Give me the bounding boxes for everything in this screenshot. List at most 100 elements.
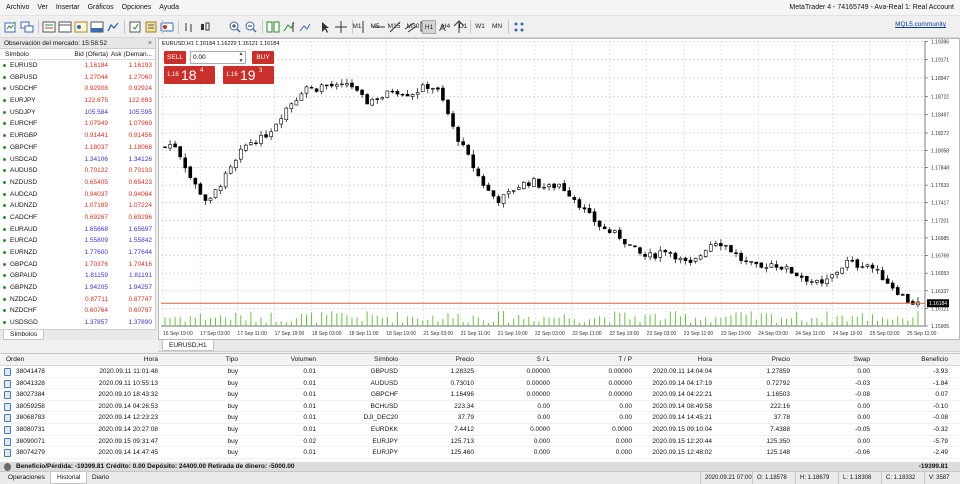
menu-graficos[interactable]: Gráficos <box>84 0 118 16</box>
table-row[interactable]: 38059258 2020.09.14 04:26:53 buy 0.01 BCHUSD… <box>0 401 960 413</box>
market-watch-row[interactable]: USDCHF 0.92908 0.92924 <box>0 83 155 95</box>
candle-body <box>815 280 819 283</box>
close-icon[interactable]: × <box>148 38 152 49</box>
zoom-out-icon[interactable] <box>244 20 258 34</box>
candle-body <box>203 194 208 201</box>
tf-h1[interactable]: H1 <box>422 20 436 34</box>
market-watch-row[interactable]: EURNZD 1.77600 1.77644 <box>0 247 155 259</box>
table-row[interactable]: 38041328 2020.09.11 10:55:13 buy 0.01 AUDUSD… <box>0 378 960 390</box>
col-header[interactable]: Swap <box>820 354 870 366</box>
buy-button[interactable]: BUY <box>252 51 274 64</box>
market-watch-row[interactable]: NZDCHF 0.60764 0.60797 <box>0 305 155 317</box>
tester-icon[interactable] <box>106 20 120 34</box>
market-watch-row[interactable]: EURCAD 1.55809 1.55842 <box>0 235 155 247</box>
col-bid[interactable]: Bid (Oferta) <box>60 49 108 59</box>
menu-ver[interactable]: Ver <box>33 0 52 16</box>
market-watch-row[interactable]: EURCHF 1.07949 1.07969 <box>0 118 155 130</box>
profiles-icon[interactable] <box>20 20 34 34</box>
market-watch-row[interactable]: GBPNZD 1.94205 1.94257 <box>0 282 155 294</box>
market-watch-row[interactable]: CADCHF 0.69267 0.69296 <box>0 212 155 224</box>
col-header[interactable]: Símbolo <box>340 354 398 366</box>
navigator-icon[interactable] <box>74 20 88 34</box>
market-watch-row[interactable]: GBPCAD 1.70376 1.70416 <box>0 259 155 271</box>
terminal-icon[interactable] <box>90 20 104 34</box>
tf-m5[interactable]: M5 <box>367 20 383 34</box>
col-ask[interactable]: Ask (Deman... <box>108 49 154 59</box>
metaeditor-icon[interactable] <box>144 20 158 34</box>
col-symbol[interactable]: Símbolo <box>0 49 60 59</box>
new-chart-icon[interactable]: + <box>4 20 18 34</box>
mql5-link[interactable]: MQL5.community <box>895 21 946 28</box>
chart-window[interactable]: 1.19396 1.19171 1.18947 1.18722 1.18497 1.182… <box>158 38 960 340</box>
market-watch-row[interactable]: AUDNZD 1.07189 1.07224 <box>0 200 155 212</box>
autoscroll-icon[interactable] <box>298 20 312 34</box>
market-watch-row[interactable]: GBPUSD 1.27044 1.27060 <box>0 72 155 84</box>
market-watch-row[interactable]: USDSGD 1.37857 1.37890 <box>0 317 155 329</box>
spin-up-icon[interactable]: ▲ <box>236 51 246 57</box>
tab-historial[interactable]: Historial <box>50 472 88 484</box>
table-row[interactable]: 38080731 2020.09.14 20:27:08 buy 0.01 EURDKK… <box>0 424 960 436</box>
market-watch-row[interactable]: AUDUSD 0.70122 0.70133 <box>0 165 155 177</box>
bar-chart-icon[interactable] <box>182 20 196 34</box>
col-header[interactable]: Tipo <box>200 354 238 366</box>
market-watch-row[interactable]: USDJPY 105.584 105.595 <box>0 107 155 119</box>
tf-h4[interactable]: H4 <box>439 20 453 34</box>
tab-symbols[interactable]: Símbolos <box>3 330 45 340</box>
col-header[interactable]: Precio <box>730 354 790 366</box>
table-row[interactable]: 38068783 2020.09.14 12:23:23 buy 0.01 DJI_DE… <box>0 412 960 424</box>
tab-diario[interactable]: Diario <box>86 472 115 484</box>
candle-body <box>496 196 501 203</box>
col-header[interactable]: Hora <box>80 354 158 366</box>
col-header[interactable]: T / P <box>570 354 632 366</box>
spin-down-icon[interactable]: ▼ <box>236 58 246 64</box>
col-header[interactable]: Precio <box>420 354 474 366</box>
menu-opciones[interactable]: Opciones <box>118 0 156 16</box>
tf-d1[interactable]: D1 <box>456 20 470 34</box>
market-watch-row[interactable]: EURGBP 0.91441 0.91456 <box>0 130 155 142</box>
col-header[interactable]: S / L <box>490 354 550 366</box>
price-chart[interactable]: 1.19396 1.19171 1.18947 1.18722 1.18497 1.182… <box>159 39 960 341</box>
tf-m15[interactable]: M15 <box>385 20 403 34</box>
market-watch-row[interactable]: GBPCHF 1.18037 1.18068 <box>0 142 155 154</box>
market-watch-row[interactable]: EURUSD 1.16184 1.16193 <box>0 60 155 72</box>
market-watch-icon[interactable] <box>42 20 56 34</box>
periods-icon[interactable] <box>512 20 526 34</box>
candle-chart-icon[interactable] <box>198 20 212 34</box>
col-header[interactable]: Beneficio <box>890 354 948 366</box>
tf-w1[interactable]: W1 <box>473 20 487 34</box>
menu-insertar[interactable]: Insertar <box>52 0 84 16</box>
market-watch-row[interactable]: NZDUSD 0.65405 0.65423 <box>0 177 155 189</box>
market-watch-row[interactable]: EURAUD 1.65668 1.65697 <box>0 224 155 236</box>
col-header[interactable]: Volumen <box>270 354 316 366</box>
col-header[interactable]: Hora <box>640 354 712 366</box>
market-watch-row[interactable]: NZDCAD 0.87711 0.87747 <box>0 294 155 306</box>
sell-button[interactable]: SELL <box>164 51 186 64</box>
tile-windows-icon[interactable] <box>266 20 280 34</box>
tf-mn[interactable]: MN <box>490 20 504 34</box>
new-order-icon[interactable] <box>128 20 142 34</box>
menu-ayuda[interactable]: Ayuda <box>155 0 183 16</box>
menu-archivo[interactable]: Archivo <box>0 0 33 16</box>
cursor-icon[interactable] <box>318 20 332 34</box>
market-watch-row[interactable]: USDCAD 1.34106 1.34126 <box>0 154 155 166</box>
tab-eurusd-h1[interactable]: EURUSD,H1 <box>162 340 214 351</box>
table-row[interactable]: 38041478 2020.09.11 11:01:48 buy 0.01 GBPUSD… <box>0 366 960 378</box>
data-window-icon[interactable] <box>58 20 72 34</box>
x-tick-label: 18 Sep 19:00 <box>386 331 416 337</box>
tf-m1[interactable]: M1 <box>349 20 365 34</box>
table-cell: 223.34 <box>454 402 474 410</box>
col-header[interactable]: Orden <box>6 354 66 366</box>
market-watch-row[interactable]: AUDCAD 0.94037 0.94064 <box>0 189 155 201</box>
table-row[interactable]: 38090071 2020.09.15 09:31:47 buy 0.02 EURJPY… <box>0 436 960 448</box>
market-watch-row[interactable]: GBPAUD 1.81159 1.81191 <box>0 270 155 282</box>
sell-price-button[interactable]: 1.16 18 4 <box>164 66 215 84</box>
crosshair-icon[interactable] <box>334 20 348 34</box>
buy-price-button[interactable]: 1.16 19 3 <box>223 66 274 84</box>
chart-shift-icon[interactable] <box>282 20 296 34</box>
table-row[interactable]: 38027384 2020.09.10 18:43:32 buy 0.01 GBPCHF… <box>0 389 960 401</box>
zoom-in-icon[interactable] <box>228 20 242 34</box>
tf-m30[interactable]: M30 <box>404 20 422 34</box>
market-watch-row[interactable]: EURJPY 122.675 122.693 <box>0 95 155 107</box>
tab-operaciones[interactable]: Operaciones <box>2 472 51 484</box>
table-row[interactable]: 38074279 2020.09.14 14:47:45 buy 0.01 EURJPY… <box>0 447 960 459</box>
